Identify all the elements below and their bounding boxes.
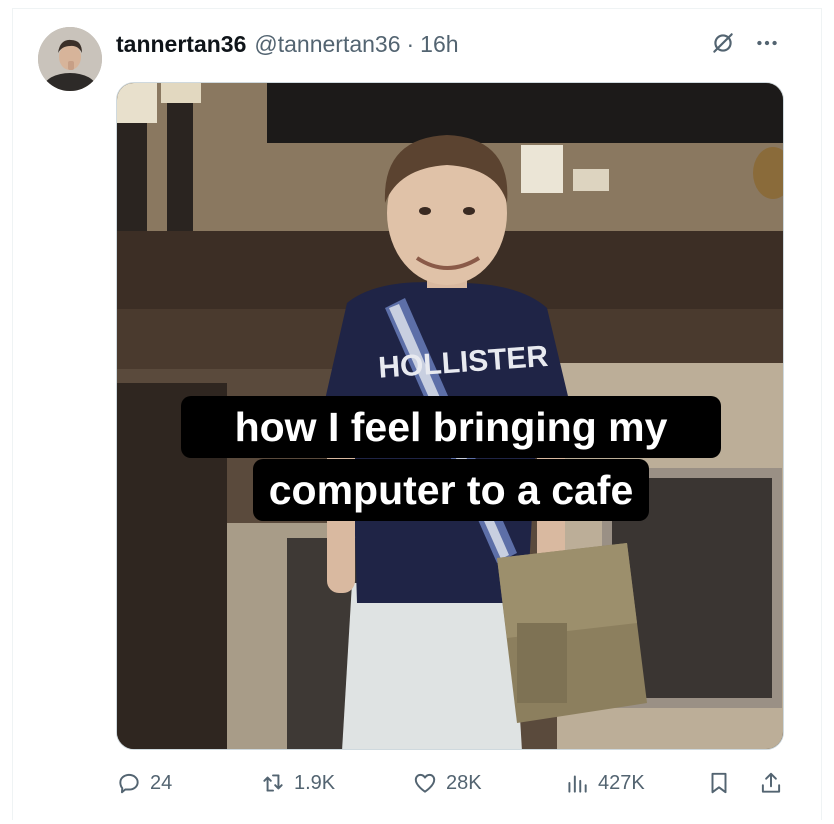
- bookmark-icon: [711, 772, 727, 794]
- views-button[interactable]: 427K: [564, 770, 645, 796]
- caption-line-1: how I feel bringing my: [117, 396, 783, 458]
- reply-count: 24: [150, 771, 173, 794]
- repost-icon: [263, 774, 283, 792]
- reply-button[interactable]: 24: [116, 770, 172, 796]
- caption-line-2: computer to a cafe: [117, 459, 783, 521]
- reply-icon: [119, 773, 139, 794]
- post-actions-bar: 24 1.9K 28K 427K: [116, 770, 788, 802]
- post-media-image[interactable]: HOLLISTER how I feel bringing my compute…: [116, 82, 784, 750]
- view-count: 427K: [598, 771, 645, 794]
- views-icon: [568, 775, 587, 793]
- display-name[interactable]: tannertan36: [116, 31, 246, 58]
- post-header: tannertan36 @tannertan36 · 16h: [116, 30, 459, 58]
- more-icon[interactable]: [752, 28, 782, 58]
- separator: ·: [406, 30, 415, 57]
- share-button[interactable]: [758, 770, 784, 796]
- post-time[interactable]: 16h: [420, 31, 458, 58]
- share-icon: [761, 772, 781, 793]
- user-handle[interactable]: @tannertan36: [254, 31, 400, 58]
- avatar[interactable]: [38, 27, 102, 91]
- like-icon: [414, 773, 436, 793]
- bookmark-button[interactable]: [706, 770, 732, 796]
- like-button[interactable]: 28K: [412, 770, 482, 796]
- post-top-actions: [708, 28, 782, 58]
- like-count: 28K: [446, 771, 482, 794]
- repost-count: 1.9K: [294, 771, 336, 794]
- repost-button[interactable]: 1.9K: [260, 770, 335, 796]
- grok-icon[interactable]: [708, 28, 738, 58]
